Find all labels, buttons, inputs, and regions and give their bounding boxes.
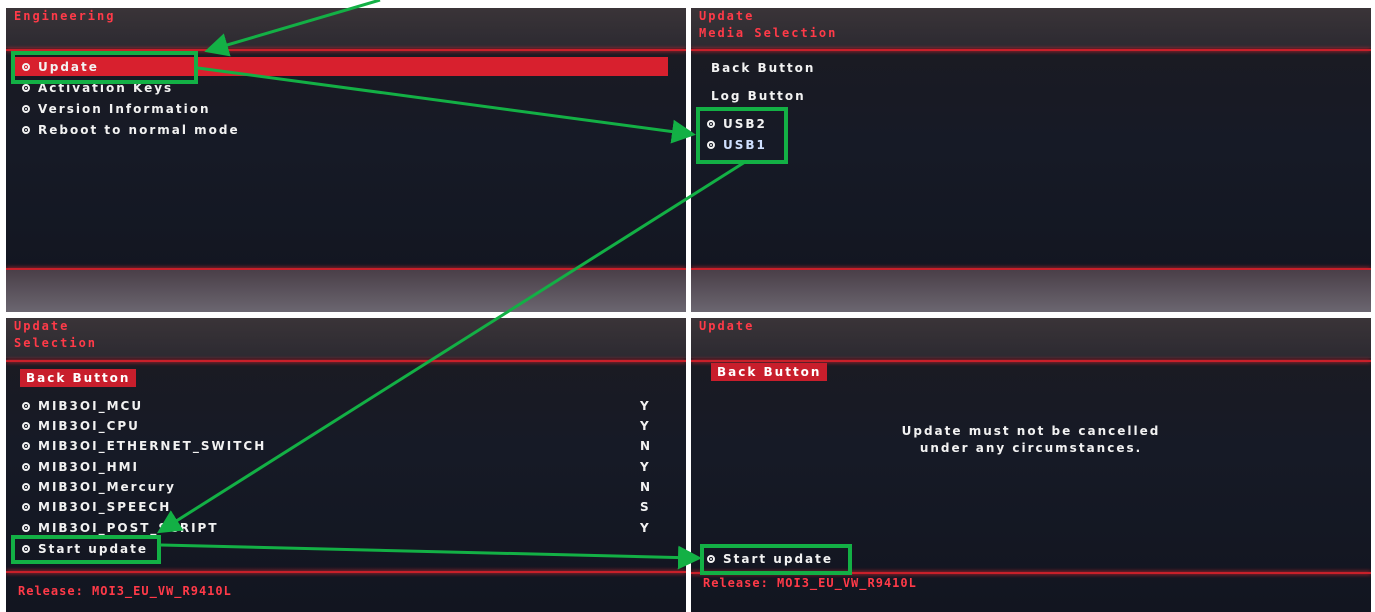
radio-icon — [22, 523, 30, 532]
highlight-box-start-update — [11, 535, 161, 564]
menu-item-reboot-normal[interactable]: Reboot to normal mode — [22, 123, 240, 137]
back-button[interactable]: Back Button — [711, 61, 815, 75]
log-button[interactable]: Log Button — [711, 89, 806, 103]
highlight-box-usb — [696, 107, 788, 164]
footer-bar — [691, 270, 1371, 312]
header-divider — [691, 360, 1371, 362]
list-item[interactable]: MIB3OI_POST_SCRIPT — [22, 521, 219, 535]
screen-header: Update Media Selection — [691, 8, 1371, 48]
screen-subtitle: Media Selection — [699, 26, 838, 40]
screen-header: Update — [691, 318, 1371, 358]
status-flag: Y — [640, 419, 649, 433]
list-item[interactable]: MIB3OI_ETHERNET_SWITCH — [22, 439, 266, 453]
status-flag: Y — [640, 460, 649, 474]
radio-icon — [22, 125, 30, 134]
radio-icon — [22, 83, 30, 92]
radio-icon — [22, 421, 30, 430]
menu-item-version-information[interactable]: Version Information — [22, 102, 211, 116]
list-item[interactable]: MIB3OI_Mercury — [22, 480, 176, 494]
list-item[interactable]: MIB3OI_CPU — [22, 419, 140, 433]
screen-title: Engineering — [14, 9, 116, 23]
radio-icon — [22, 441, 30, 450]
list-item-label: MIB3OI_MCU — [38, 399, 144, 413]
footer-bar — [6, 270, 686, 312]
highlight-box-start-update-confirm — [700, 544, 852, 575]
screen-subtitle: Selection — [14, 336, 98, 350]
status-flag: Y — [640, 521, 649, 535]
menu-item-label: Reboot to normal mode — [38, 123, 240, 137]
status-flag: Y — [640, 399, 649, 413]
footer-divider — [6, 571, 686, 573]
back-button[interactable]: Back Button — [20, 369, 137, 387]
screen-title: Update — [699, 9, 755, 23]
status-flag: N — [640, 439, 651, 453]
list-item[interactable]: MIB3OI_HMI — [22, 460, 139, 474]
status-flag: N — [640, 480, 651, 494]
list-item-label: MIB3OI_SPEECH — [38, 500, 172, 514]
radio-icon — [22, 462, 30, 471]
radio-icon — [22, 104, 30, 113]
list-item[interactable]: MIB3OI_SPEECH — [22, 500, 171, 514]
status-flag: S — [640, 500, 649, 514]
screen-header: Engineering — [6, 8, 686, 48]
warning-message-line1: Update must not be cancelled — [901, 424, 1161, 438]
list-item-label: MIB3OI_CPU — [38, 419, 140, 433]
menu-item-label: Version Information — [38, 102, 211, 116]
highlight-box-update — [11, 51, 198, 84]
update-selection-screen: Update Selection Back Button MIB3OI_MCU … — [6, 318, 686, 612]
radio-icon — [22, 502, 30, 511]
radio-icon — [22, 401, 30, 410]
release-label: Release: MOI3_EU_VW_R9410L — [703, 576, 917, 590]
screen-header: Update Selection — [6, 318, 686, 358]
list-item[interactable]: MIB3OI_MCU — [22, 399, 143, 413]
list-item-label: MIB3OI_HMI — [38, 460, 140, 474]
release-label: Release: MOI3_EU_VW_R9410L — [18, 584, 232, 598]
list-item-label: MIB3OI_Mercury — [38, 480, 176, 494]
header-divider — [691, 49, 1371, 51]
warning-message-line2: under any circumstances. — [919, 441, 1143, 455]
back-button[interactable]: Back Button — [711, 363, 828, 381]
list-item-label: MIB3OI_POST_SCRIPT — [38, 521, 219, 535]
list-item-label: MIB3OI_ETHERNET_SWITCH — [38, 439, 267, 453]
radio-icon — [22, 482, 30, 491]
screen-title: Update — [14, 319, 70, 333]
screen-title: Update — [699, 319, 755, 333]
media-selection-screen: Update Media Selection Back Button Log B… — [691, 8, 1371, 312]
header-divider — [6, 360, 686, 362]
